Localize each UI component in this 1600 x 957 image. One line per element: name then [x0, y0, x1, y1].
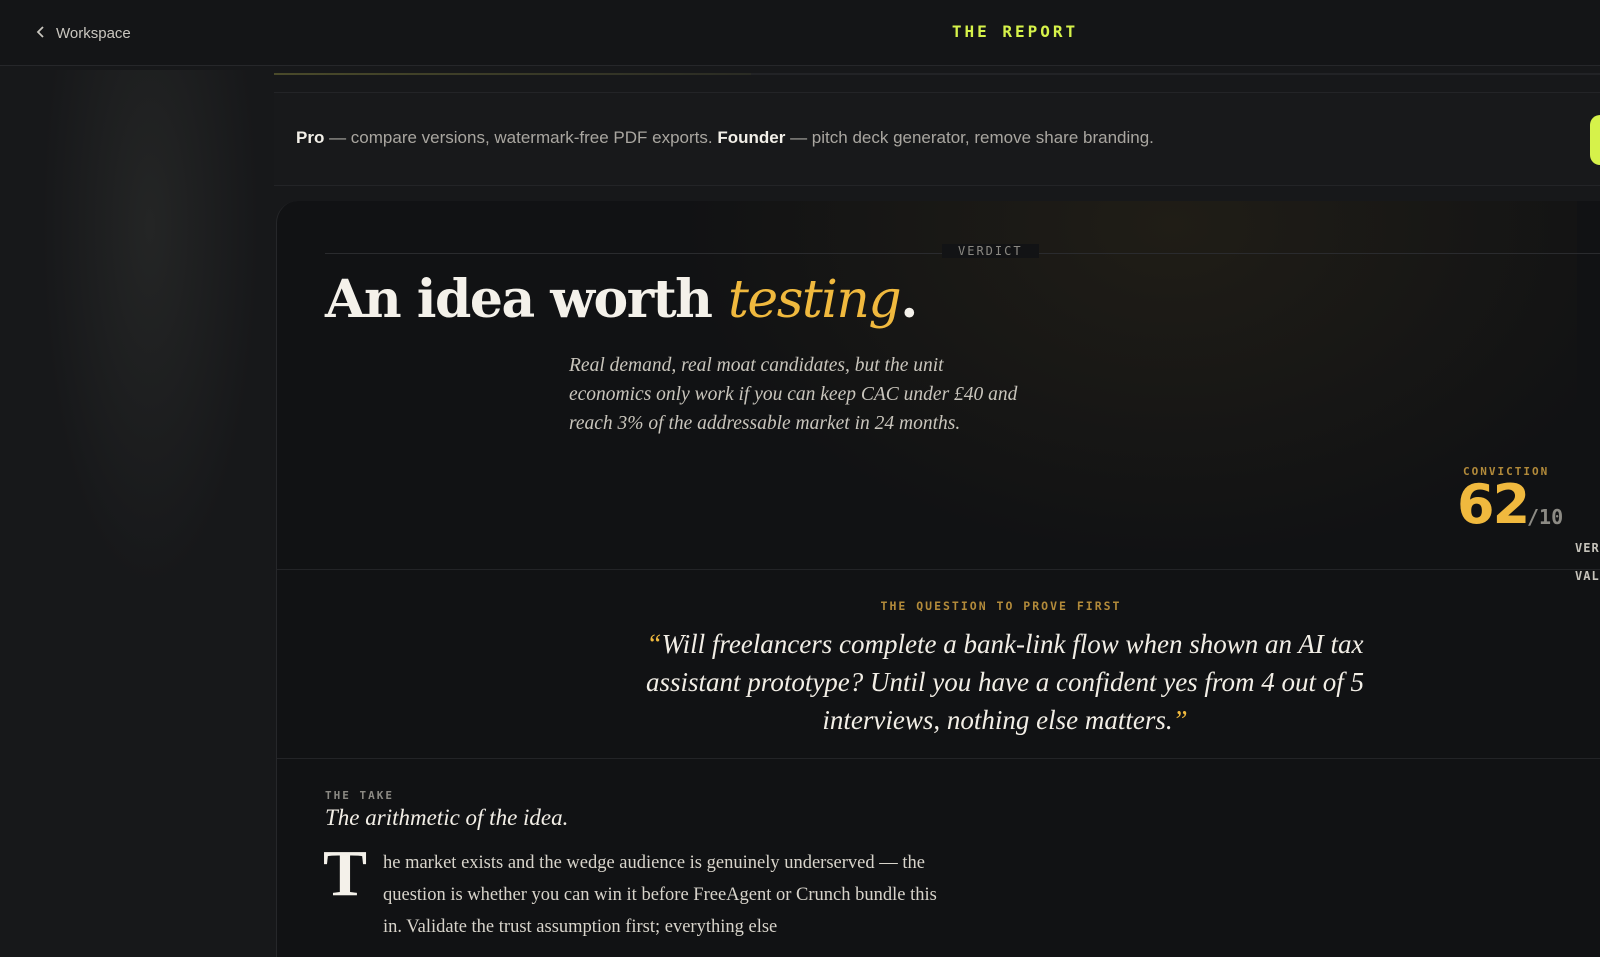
take-label: THE TAKE	[325, 789, 394, 802]
conviction-max: /10	[1527, 505, 1564, 529]
upgrade-banner: Pro — compare versions, watermark-free P…	[274, 92, 1600, 186]
headline-main: An idea worth	[325, 269, 729, 330]
take-dropcap: T	[323, 837, 368, 910]
report-column: Pro — compare versions, watermark-free P…	[274, 66, 1600, 957]
headline-accent: testing	[728, 270, 902, 330]
verdict-headline: An idea worth testing.	[325, 269, 918, 330]
page-title: THE REPORT	[951, 22, 1079, 41]
section-divider	[277, 758, 1600, 759]
plan-pro-description: — compare versions, watermark-free PDF e…	[324, 128, 718, 147]
upgrade-button[interactable]	[1590, 115, 1600, 165]
side-tag-verdict: VER	[1575, 541, 1600, 555]
report-card: VERDICT An idea worth testing. Real dema…	[276, 201, 1600, 957]
verdict-label: VERDICT	[942, 244, 1039, 258]
upgrade-banner-text: Pro — compare versions, watermark-free P…	[296, 128, 1154, 148]
sidebar-backdrop	[40, 70, 260, 590]
plan-founder-description: — pitch deck generator, remove share bra…	[785, 128, 1154, 147]
open-quote-mark: “	[646, 629, 662, 659]
plan-founder-name: Founder	[717, 128, 786, 147]
question-quote-text: Will freelancers complete a bank-link fl…	[646, 629, 1364, 735]
side-tag-validation: VALI	[1575, 569, 1600, 583]
reading-progress-bar	[274, 73, 1600, 75]
take-body: he market exists and the wedge audience …	[383, 853, 937, 937]
conviction-score: 62	[1457, 473, 1530, 536]
top-bar: Workspace THE REPORT	[0, 0, 1600, 66]
take-title: The arithmetic of the idea.	[325, 805, 569, 830]
verdict-summary: Real demand, real moat candidates, but t…	[569, 355, 1018, 434]
headline-end: .	[900, 269, 918, 330]
section-divider	[277, 569, 1600, 570]
reading-progress-fill	[274, 73, 752, 75]
close-quote-mark: ”	[1172, 705, 1188, 735]
question-label: THE QUESTION TO PROVE FIRST	[880, 599, 1122, 613]
plan-pro-name: Pro	[296, 128, 325, 147]
question-quote: “Will freelancers complete a bank-link f…	[645, 625, 1365, 739]
